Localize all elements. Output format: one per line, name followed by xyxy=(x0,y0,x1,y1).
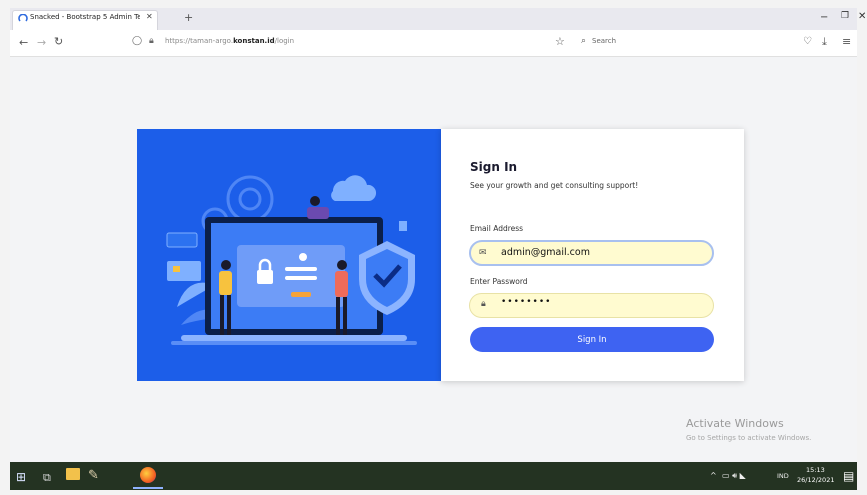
bookmark-star-icon[interactable]: ☆ xyxy=(555,35,565,48)
security-illustration xyxy=(166,175,417,345)
notification-center-icon[interactable]: ▤ xyxy=(843,469,854,483)
email-label: Email Address xyxy=(470,224,524,233)
padlock-icon: 🔒︎ xyxy=(481,299,486,309)
clock-time[interactable]: 15:13 xyxy=(806,466,825,474)
email-value[interactable]: admin@gmail.com xyxy=(501,247,590,258)
site-favicon-icon xyxy=(18,14,28,22)
tracking-shield-icon[interactable]: ◯ xyxy=(132,36,142,46)
tray-expand-icon[interactable]: ^ xyxy=(710,471,717,480)
download-icon[interactable]: ⤓ xyxy=(822,35,827,49)
reload-icon[interactable]: ↻ xyxy=(54,35,63,48)
back-arrow-icon[interactable]: ← xyxy=(19,36,28,49)
task-view-icon[interactable]: ⧉ xyxy=(43,471,51,485)
activation-watermark-title: Activate Windows xyxy=(686,417,784,430)
windows-start-icon[interactable]: ⊞ xyxy=(16,470,26,484)
password-value[interactable]: •••••••• xyxy=(501,297,551,307)
paint-app-icon[interactable]: ✎ xyxy=(88,468,99,483)
envelope-icon: ✉ xyxy=(479,248,487,258)
system-tray-icons[interactable]: ▭ 🔊︎ ◣ xyxy=(722,471,746,481)
input-language[interactable]: IND xyxy=(777,472,789,480)
search-placeholder[interactable]: Search xyxy=(592,37,616,45)
tab-title: Snacked - Bootstrap 5 Admin Te xyxy=(30,13,140,21)
url-text[interactable]: https://taman-argo.konstan.id/login xyxy=(165,37,294,45)
minimize-button[interactable]: − xyxy=(820,12,828,23)
maximize-button[interactable]: ❐ xyxy=(841,11,849,21)
activation-watermark-subtitle: Go to Settings to activate Windows. xyxy=(686,434,812,442)
form-subtitle: See your growth and get consulting suppo… xyxy=(470,181,639,190)
active-app-indicator xyxy=(133,487,163,489)
file-explorer-icon[interactable] xyxy=(66,468,80,480)
forward-arrow-icon[interactable]: → xyxy=(37,36,46,49)
lock-icon[interactable]: 🔒︎ xyxy=(149,36,154,46)
password-label: Enter Password xyxy=(470,277,528,286)
pocket-icon[interactable]: ♡ xyxy=(803,36,812,47)
tab-close-icon[interactable]: ✕ xyxy=(146,12,153,21)
form-title: Sign In xyxy=(470,160,518,174)
firefox-icon[interactable] xyxy=(140,467,156,483)
sign-in-button[interactable]: Sign In xyxy=(470,327,714,352)
close-window-button[interactable]: ✕ xyxy=(858,11,866,22)
search-icon: ⌕ xyxy=(581,36,587,46)
login-illustration-panel xyxy=(137,129,441,381)
clock-date[interactable]: 26/12/2021 xyxy=(797,476,834,484)
hamburger-menu-icon[interactable]: ≡ xyxy=(842,35,851,48)
new-tab-button[interactable]: + xyxy=(184,11,193,24)
